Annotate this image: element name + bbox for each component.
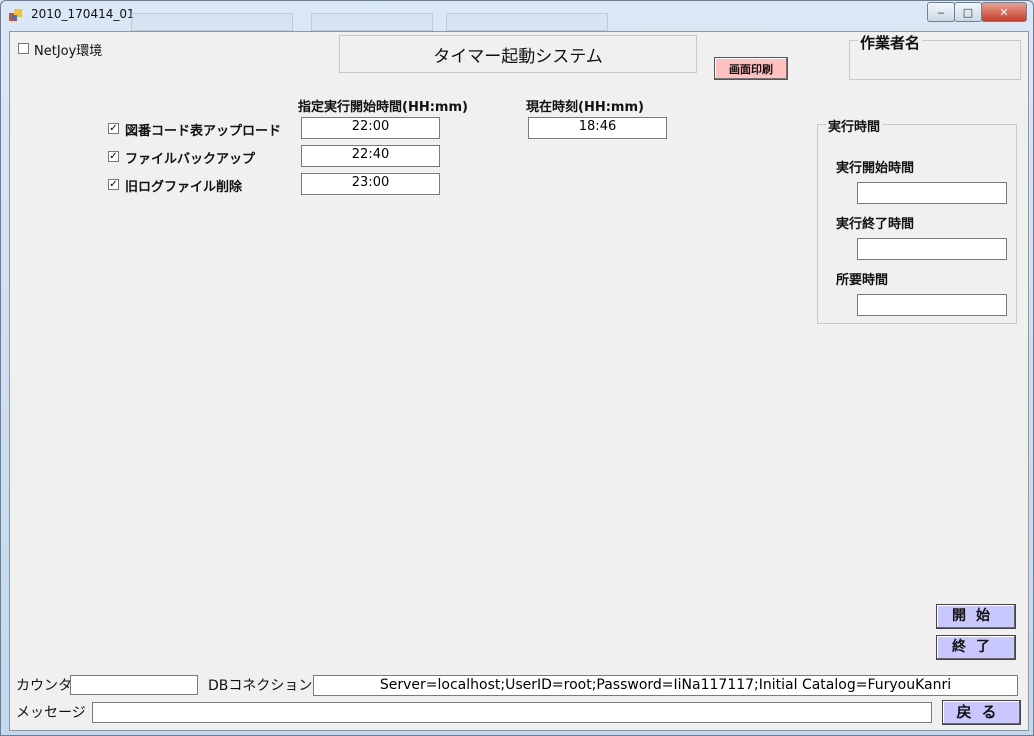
task-checkbox-upload[interactable]: ✓ — [108, 123, 119, 134]
current-time-header: 現在時刻(HH:mm) — [526, 100, 644, 115]
duration-label: 所要時間 — [836, 273, 889, 288]
background-ghost-text — [311, 13, 433, 31]
end-button[interactable]: 終了 — [936, 635, 1016, 660]
db-connection-label: DBコネクション — [208, 678, 313, 694]
print-screen-button[interactable]: 画面印刷 — [714, 57, 788, 80]
maximize-icon: □ — [962, 5, 974, 19]
print-screen-label: 画面印刷 — [729, 62, 773, 76]
netjoy-checkbox[interactable] — [18, 43, 29, 54]
app-window: 2010_170414_01 ‒ □ ✕ NetJoy環境 タイマー起動システム… — [0, 0, 1034, 736]
current-time-field: 18:46 — [528, 117, 667, 139]
task-time-backup[interactable]: 22:40 — [301, 145, 440, 167]
exec-time-group: 実行時間 実行開始時間 実行終了時間 所要時間 — [817, 116, 1017, 324]
counter-field[interactable] — [70, 675, 198, 695]
form-client-area: NetJoy環境 タイマー起動システム 画面印刷 作業者名 指定実行開始時間(H… — [9, 31, 1029, 731]
task-checkbox-log-delete[interactable]: ✓ — [108, 179, 119, 190]
message-label: メッセージ — [16, 705, 86, 721]
close-icon: ✕ — [999, 5, 1009, 19]
db-connection-field[interactable]: Server=localhost;UserID=root;Password=Ii… — [313, 675, 1018, 696]
operator-group: 作業者名 — [849, 32, 1021, 80]
title-bar[interactable]: 2010_170414_01 ‒ □ ✕ — [1, 1, 1033, 31]
window-title: 2010_170414_01 — [31, 7, 135, 21]
task-time-upload[interactable]: 22:00 — [301, 117, 440, 139]
start-button[interactable]: 開始 — [936, 604, 1016, 629]
maximize-button[interactable]: □ — [954, 2, 982, 22]
message-field[interactable] — [92, 702, 932, 723]
background-ghost-text — [446, 13, 608, 31]
duration-field[interactable] — [857, 294, 1007, 316]
task-label-log-delete: 旧ログファイル削除 — [125, 180, 243, 195]
back-button[interactable]: 戻る — [942, 700, 1021, 725]
exec-start-label: 実行開始時間 — [836, 161, 915, 176]
app-icon — [9, 9, 22, 21]
operator-legend: 作業者名 — [858, 32, 923, 53]
task-label-backup: ファイルバックアップ — [125, 152, 256, 167]
task-label-upload: 図番コード表アップロード — [125, 124, 282, 139]
start-time-header: 指定実行開始時間(HH:mm) — [298, 100, 468, 115]
background-ghost-text — [131, 13, 293, 31]
task-time-log-delete[interactable]: 23:00 — [301, 173, 440, 195]
minimize-button[interactable]: ‒ — [927, 2, 955, 22]
system-title-box: タイマー起動システム — [339, 35, 697, 73]
task-checkbox-backup[interactable]: ✓ — [108, 151, 119, 162]
minimize-icon: ‒ — [937, 5, 945, 19]
close-button[interactable]: ✕ — [981, 2, 1027, 22]
exec-time-legend: 実行時間 — [826, 116, 883, 135]
exec-end-field[interactable] — [857, 238, 1007, 260]
system-title: タイマー起動システム — [433, 46, 603, 67]
netjoy-label: NetJoy環境 — [34, 44, 103, 59]
exec-end-label: 実行終了時間 — [836, 217, 915, 232]
counter-label: カウンタ — [16, 678, 72, 694]
exec-start-field[interactable] — [857, 182, 1007, 204]
